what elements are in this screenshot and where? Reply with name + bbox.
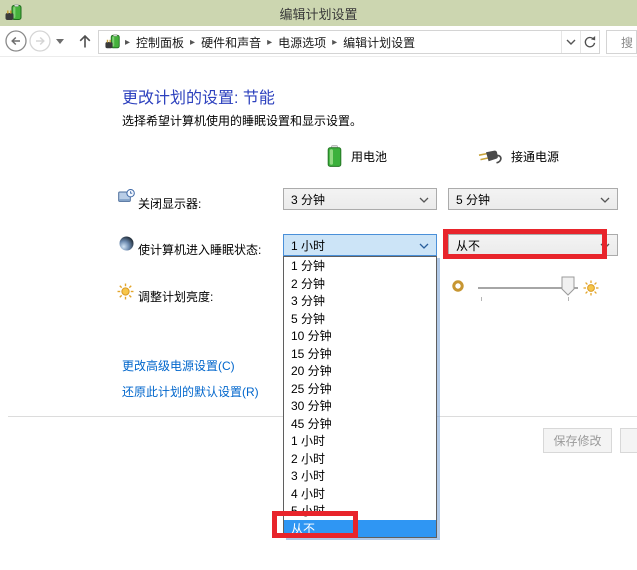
navbar: ▸控制面板▸硬件和声音▸电源选项▸编辑计划设置 搜 [0, 26, 637, 57]
sleep-dropdown-list: 1 分钟2 分钟3 分钟5 分钟10 分钟15 分钟20 分钟25 分钟30 分… [283, 256, 437, 538]
sun-icon [117, 283, 134, 300]
dropdown-option[interactable]: 30 分钟 [284, 397, 436, 415]
restore-defaults-link[interactable]: 还原此计划的默认设置(R) [122, 383, 259, 400]
titlebar: 编辑计划设置 [0, 0, 637, 26]
brightness-label: 调整计划亮度: [138, 288, 213, 305]
dropdown-option[interactable]: 3 小时 [284, 467, 436, 485]
power-plan-icon [5, 4, 23, 22]
display-plugged-in-combobox[interactable]: 5 分钟 [448, 188, 618, 210]
history-caret-icon[interactable] [56, 39, 64, 44]
slider-tick [481, 297, 482, 301]
advanced-power-settings-link[interactable]: 更改高级电源设置(C) [122, 357, 235, 374]
back-icon [5, 30, 27, 52]
dropdown-option[interactable]: 15 分钟 [284, 345, 436, 363]
breadcrumb-item[interactable]: 编辑计划设置 [337, 34, 421, 51]
breadcrumb: ▸控制面板▸硬件和声音▸电源选项▸编辑计划设置 [125, 34, 561, 51]
brightness-slider-thumb[interactable] [561, 276, 575, 296]
dropdown-option[interactable]: 2 分钟 [284, 275, 436, 293]
breadcrumb-item[interactable]: 硬件和声音 [195, 34, 267, 51]
search-input[interactable]: 搜 [606, 30, 637, 54]
dim-sun-icon [452, 280, 464, 292]
save-changes-button[interactable]: 保存修改 [543, 428, 612, 453]
chevron-down-icon [419, 197, 429, 203]
forward-button[interactable] [29, 30, 51, 52]
chevron-down-icon [600, 197, 610, 203]
dropdown-option[interactable]: 1 小时 [284, 432, 436, 450]
annotation-box-never-combobox [443, 229, 607, 259]
sleep-label: 使计算机进入睡眠状态: [138, 241, 261, 258]
page-subtitle: 选择希望计算机使用的睡眠设置和显示设置。 [122, 112, 362, 129]
save-changes-label: 保存修改 [553, 432, 601, 449]
sleep-on-battery-combobox[interactable]: 1 小时 [283, 234, 437, 256]
dropdown-option[interactable]: 4 小时 [284, 485, 436, 503]
refresh-button[interactable] [580, 31, 599, 53]
dropdown-option[interactable]: 5 分钟 [284, 310, 436, 328]
breadcrumb-item[interactable]: 控制面板 [130, 34, 190, 51]
address-bar[interactable]: ▸控制面板▸硬件和声音▸电源选项▸编辑计划设置 [98, 30, 600, 54]
up-button[interactable] [74, 30, 96, 52]
chevron-down-icon [419, 243, 429, 249]
slider-tick [568, 297, 569, 301]
refresh-icon [583, 35, 597, 49]
dropdown-option[interactable]: 10 分钟 [284, 327, 436, 345]
display-clock-icon [118, 189, 135, 205]
plug-icon [476, 149, 503, 165]
dropdown-option[interactable]: 45 分钟 [284, 415, 436, 433]
edit-plan-settings-window: 编辑计划设置 [0, 0, 637, 570]
display-on-battery-combobox[interactable]: 3 分钟 [283, 188, 437, 210]
dropdown-option[interactable]: 20 分钟 [284, 362, 436, 380]
dropdown-option[interactable]: 25 分钟 [284, 380, 436, 398]
forward-icon [29, 30, 51, 52]
breadcrumb-item[interactable]: 电源选项 [272, 34, 332, 51]
sleep-on-battery-value: 1 小时 [291, 237, 325, 254]
display-plugged-in-value: 5 分钟 [456, 191, 490, 208]
power-plan-icon [105, 34, 121, 50]
address-dropdown-button[interactable] [561, 31, 580, 53]
dropdown-option[interactable]: 2 小时 [284, 450, 436, 468]
page-title: 更改计划的设置: 节能 [122, 84, 275, 108]
plugged-in-label: 接通电源 [511, 148, 559, 165]
window-title: 编辑计划设置 [0, 4, 637, 23]
turn-off-display-label: 关闭显示器: [138, 195, 201, 212]
display-on-battery-value: 3 分钟 [291, 191, 325, 208]
dropdown-option[interactable]: 1 分钟 [284, 257, 436, 275]
search-placeholder: 搜 [621, 34, 633, 51]
chevron-down-icon [566, 39, 576, 45]
cut-off-button[interactable] [620, 428, 637, 453]
plugged-in-header: 接通电源 [476, 148, 559, 165]
on-battery-label: 用电池 [351, 148, 387, 165]
back-button[interactable] [5, 30, 27, 52]
bright-sun-icon [583, 280, 599, 296]
annotation-box-never-option [272, 511, 358, 538]
on-battery-header: 用电池 [326, 145, 387, 167]
up-icon [77, 33, 93, 49]
moon-icon [119, 236, 134, 251]
dropdown-option[interactable]: 3 分钟 [284, 292, 436, 310]
battery-icon [326, 145, 343, 167]
